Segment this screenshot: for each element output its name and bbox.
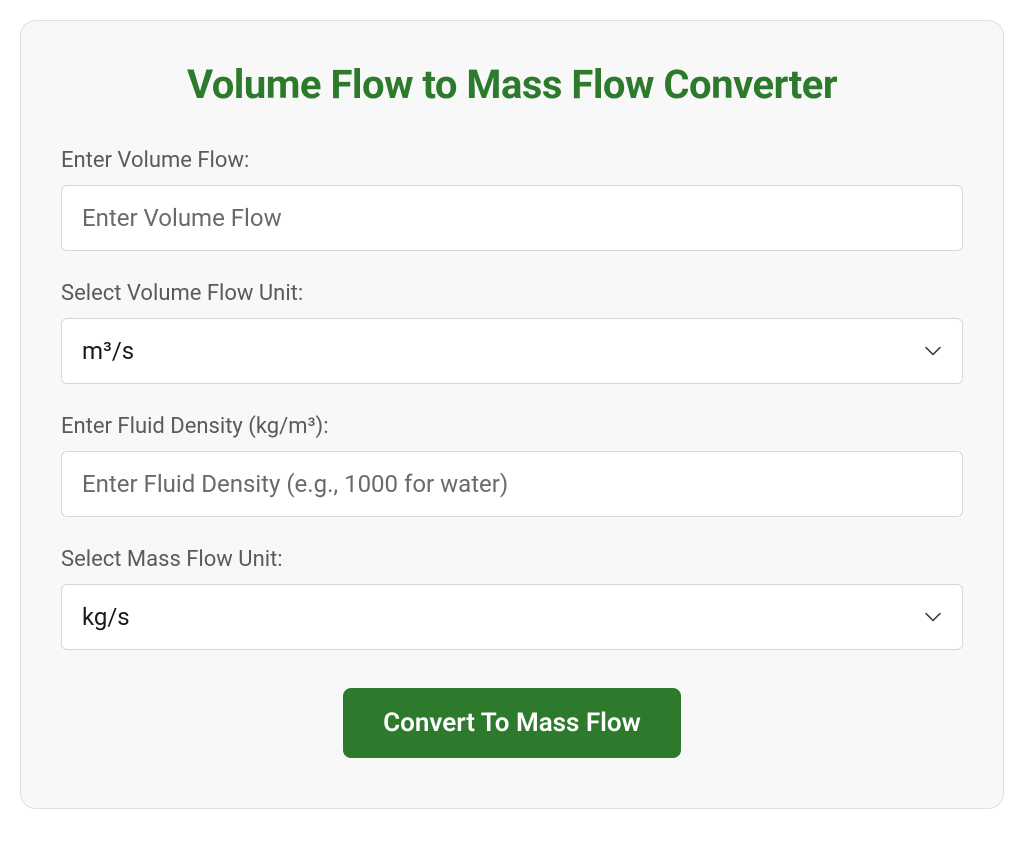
volume-flow-label: Enter Volume Flow: xyxy=(61,148,963,173)
fluid-density-label: Enter Fluid Density (kg/m³): xyxy=(61,414,963,439)
fluid-density-input[interactable] xyxy=(61,451,963,517)
volume-flow-unit-label: Select Volume Flow Unit: xyxy=(61,281,963,306)
volume-flow-input[interactable] xyxy=(61,185,963,251)
fluid-density-group: Enter Fluid Density (kg/m³): xyxy=(61,414,963,517)
mass-flow-unit-select-wrapper: kg/s xyxy=(61,584,963,650)
converter-card: Volume Flow to Mass Flow Converter Enter… xyxy=(20,20,1004,809)
mass-flow-unit-label: Select Mass Flow Unit: xyxy=(61,547,963,572)
volume-flow-unit-group: Select Volume Flow Unit: m³/s xyxy=(61,281,963,384)
volume-flow-unit-select[interactable]: m³/s xyxy=(61,318,963,384)
volume-flow-unit-select-wrapper: m³/s xyxy=(61,318,963,384)
button-row: Convert To Mass Flow xyxy=(61,688,963,758)
volume-flow-group: Enter Volume Flow: xyxy=(61,148,963,251)
mass-flow-unit-group: Select Mass Flow Unit: kg/s xyxy=(61,547,963,650)
page-title: Volume Flow to Mass Flow Converter xyxy=(61,61,963,108)
convert-button[interactable]: Convert To Mass Flow xyxy=(343,688,681,758)
mass-flow-unit-select[interactable]: kg/s xyxy=(61,584,963,650)
